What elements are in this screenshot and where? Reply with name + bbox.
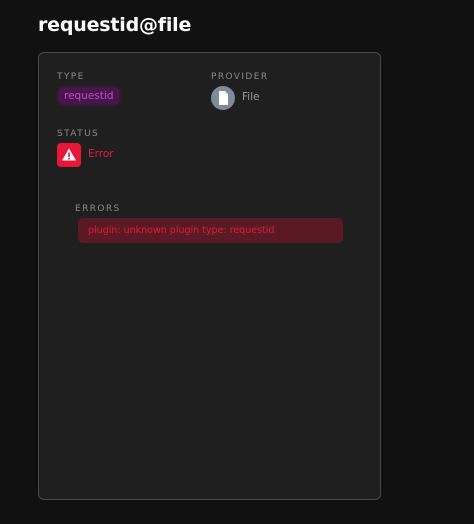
warning-icon <box>57 143 81 167</box>
provider-label: PROVIDER <box>211 72 269 82</box>
status-text: Error <box>88 148 114 160</box>
middleware-details-card <box>38 52 381 500</box>
error-message-box: plugin: unknown plugin type: requestid <box>78 218 343 243</box>
type-badge: requestid <box>59 88 119 104</box>
type-label: TYPE <box>57 72 85 82</box>
error-message: plugin: unknown plugin type: requestid <box>88 225 275 236</box>
page-title: requestid@file <box>38 14 192 36</box>
page: requestid@file TYPE requestid PROVIDER F… <box>0 0 474 524</box>
file-icon <box>211 86 235 110</box>
provider-name: File <box>242 91 260 103</box>
errors-label: ERRORS <box>75 204 121 214</box>
status-label: STATUS <box>57 129 100 139</box>
